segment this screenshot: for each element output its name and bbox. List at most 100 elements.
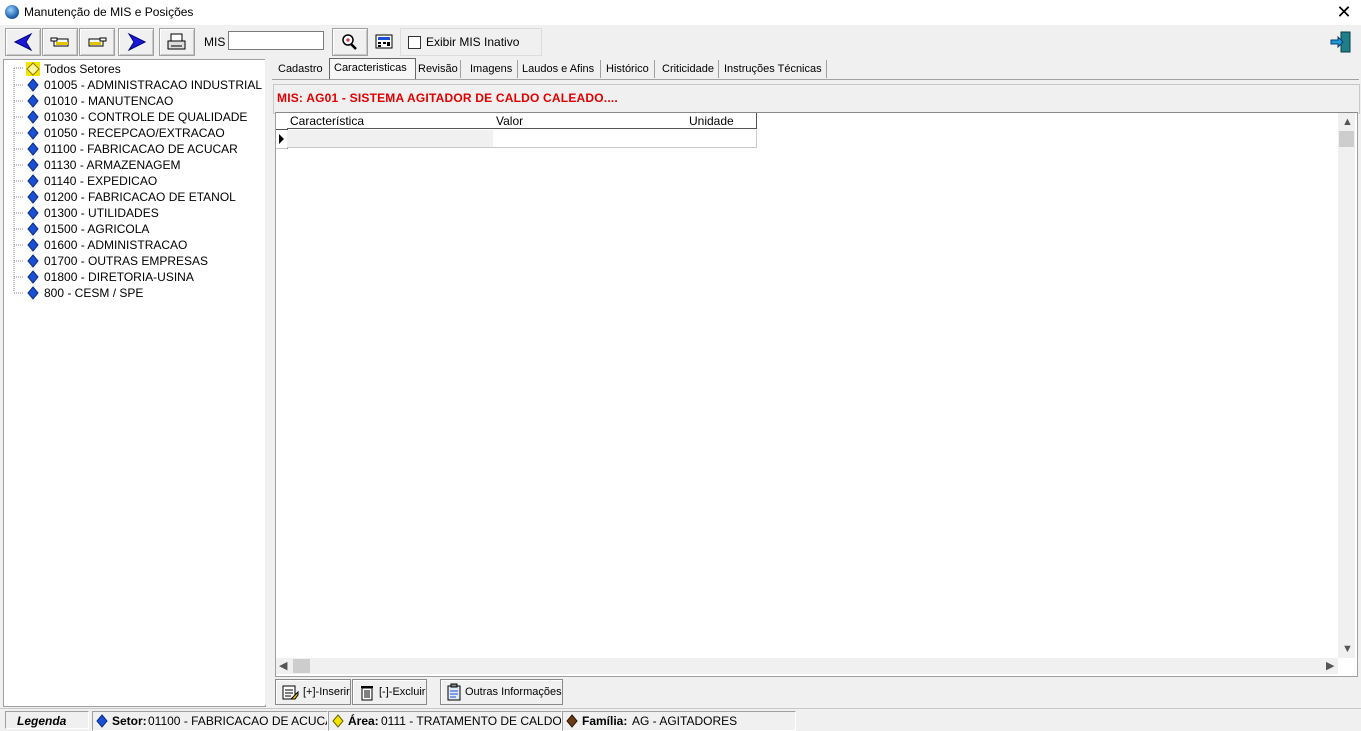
mis-search-input[interactable] — [228, 31, 324, 50]
hand-left-icon — [50, 37, 69, 47]
vertical-scroll-thumb[interactable] — [1339, 131, 1354, 147]
arrow-left-icon — [13, 32, 33, 52]
delete-label: [-]-Excluir — [379, 686, 426, 698]
sector-diamond-icon — [27, 206, 39, 220]
familia-label: Família: — [582, 714, 628, 728]
tree-item-sector[interactable]: 01500 - AGRICOLA — [44, 221, 149, 237]
tree-item-sector[interactable]: 01010 - MANUTENCAO — [44, 93, 173, 109]
cell-caracteristica[interactable] — [287, 130, 494, 148]
tab-criticidade[interactable]: Criticidade — [658, 60, 719, 78]
horizontal-scroll-thumb[interactable] — [293, 659, 310, 673]
calculator-button[interactable] — [371, 28, 397, 54]
sector-diamond-icon — [27, 94, 39, 108]
print-button[interactable] — [159, 28, 195, 56]
sector-diamond-icon — [27, 254, 39, 268]
tree-item-sector[interactable]: 01200 - FABRICACAO DE ETANOL — [44, 189, 236, 205]
tab-instru-es-t-cnicas[interactable]: Instruções Técnicas — [720, 60, 827, 78]
tree-item-sector[interactable]: 01140 - EXPEDICAO — [44, 173, 157, 189]
scroll-up-icon[interactable]: ▲ — [1342, 116, 1353, 128]
tree-item-sector[interactable]: 01300 - UTILIDADES — [44, 205, 159, 221]
printer-icon — [167, 33, 186, 50]
column-header-unidade[interactable]: Unidade — [686, 113, 757, 129]
insert-icon — [282, 685, 299, 700]
mis-label: MIS — [204, 35, 226, 49]
tree-root-all-sectors[interactable]: Todos Setores — [44, 61, 121, 77]
tree-item-sector[interactable]: 01130 - ARMAZENAGEM — [44, 157, 181, 173]
all-sectors-icon — [26, 62, 40, 76]
sector-tree[interactable]: Todos Setores 01005 - ADMINISTRACAO INDU… — [3, 59, 266, 707]
tree-item-sector[interactable]: 01005 - ADMINISTRACAO INDUSTRIAL — [44, 77, 262, 93]
other-info-button[interactable]: Outras Informações — [440, 679, 563, 705]
mis-title: MIS: AG01 - SISTEMA AGITADOR DE CALDO CA… — [277, 91, 618, 105]
horizontal-scrollbar[interactable]: ◀ ▶ — [276, 658, 1338, 674]
close-button[interactable]: ✕ — [1332, 2, 1356, 22]
magnifier-icon — [342, 34, 357, 50]
tab-strip-border — [272, 79, 1359, 80]
clipboard-icon — [447, 683, 461, 701]
scroll-left-icon[interactable]: ◀ — [279, 659, 287, 672]
current-row-arrow-icon — [279, 134, 284, 144]
setor-value: 01100 - FABRICACAO DE ACUCA — [148, 714, 328, 728]
cell-unidade[interactable] — [686, 130, 757, 148]
tab-laudos-e-afins[interactable]: Laudos e Afins — [518, 60, 601, 78]
exibir-inativo-label[interactable]: Exibir MIS Inativo — [426, 35, 519, 49]
sector-diamond-icon — [27, 222, 39, 236]
area-diamond-icon — [332, 714, 344, 728]
familia-value: AG - AGITADORES — [632, 714, 738, 728]
tree-item-sector[interactable]: 01600 - ADMINISTRACAO — [44, 237, 187, 253]
setor-diamond-icon — [96, 714, 108, 728]
tab-revis-o[interactable]: Revisão — [414, 60, 461, 78]
legend-label: Legenda — [5, 711, 89, 729]
sector-diamond-icon — [27, 174, 39, 188]
tab-hist-rico[interactable]: Histórico — [602, 60, 655, 78]
column-header-caracteristica[interactable]: Característica — [287, 113, 494, 129]
tree-item-sector[interactable]: 01700 - OUTRAS EMPRESAS — [44, 253, 208, 269]
window-title: Manutenção de MIS e Posições — [24, 5, 194, 19]
tree-item-sector[interactable]: 01100 - FABRICACAO DE ACUCAR — [44, 141, 238, 157]
tab-imagens[interactable]: Imagens — [466, 60, 518, 78]
exit-door-icon — [1330, 31, 1351, 53]
scroll-right-icon[interactable]: ▶ — [1326, 659, 1334, 672]
cell-valor[interactable] — [493, 130, 687, 148]
other-info-label: Outras Informações — [465, 686, 562, 698]
exibir-inativo-checkbox[interactable] — [408, 36, 421, 49]
setor-label: Setor: — [112, 714, 147, 728]
previous-record-button[interactable] — [42, 28, 78, 56]
area-label: Área: — [348, 714, 379, 728]
panel-splitter[interactable] — [265, 59, 271, 705]
status-familia: Família: AG - AGITADORES — [562, 711, 796, 731]
tree-item-sector[interactable]: 01800 - DIRETORIA-USINA — [44, 269, 194, 285]
tab-cadastro[interactable]: Cadastro — [274, 60, 331, 78]
vertical-scrollbar[interactable]: ▲ ▼ — [1338, 113, 1355, 658]
sector-diamond-icon — [27, 158, 39, 172]
tab-caracteristicas[interactable]: Caracteristicas — [329, 58, 416, 80]
search-button[interactable] — [332, 28, 368, 56]
trash-icon — [361, 686, 373, 701]
sector-diamond-icon — [27, 78, 39, 92]
title-bar: Manutenção de MIS e Posições ✕ — [0, 0, 1361, 25]
last-record-button[interactable] — [118, 28, 154, 56]
column-header-valor[interactable]: Valor — [493, 113, 687, 129]
hand-right-icon — [88, 37, 107, 47]
area-value: 0111 - TRATAMENTO DE CALDO — [381, 714, 562, 728]
calculator-icon — [375, 34, 393, 49]
status-area: Área: 0111 - TRATAMENTO DE CALDO — [328, 711, 562, 731]
insert-button[interactable]: [+]-Inserir — [275, 679, 351, 705]
next-record-button[interactable] — [79, 28, 115, 56]
characteristics-grid[interactable] — [275, 112, 1358, 677]
tree-item-sector[interactable]: 01030 - CONTROLE DE QUALIDADE — [44, 109, 247, 125]
sector-diamond-icon — [27, 142, 39, 156]
tree-item-sector[interactable]: 800 - CESM / SPE — [44, 285, 143, 301]
insert-label: [+]-Inserir — [303, 686, 350, 698]
sector-diamond-icon — [27, 270, 39, 284]
sector-diamond-icon — [27, 190, 39, 204]
sector-diamond-icon — [27, 238, 39, 252]
first-record-button[interactable] — [5, 28, 41, 56]
app-icon — [5, 5, 19, 19]
tree-item-sector[interactable]: 01050 - RECEPCAO/EXTRACAO — [44, 125, 225, 141]
sector-diamond-icon — [27, 126, 39, 140]
sector-diamond-icon — [27, 110, 39, 124]
exit-button[interactable] — [1329, 30, 1353, 54]
scroll-down-icon[interactable]: ▼ — [1342, 643, 1353, 655]
delete-button[interactable]: [-]-Excluir — [352, 679, 427, 705]
